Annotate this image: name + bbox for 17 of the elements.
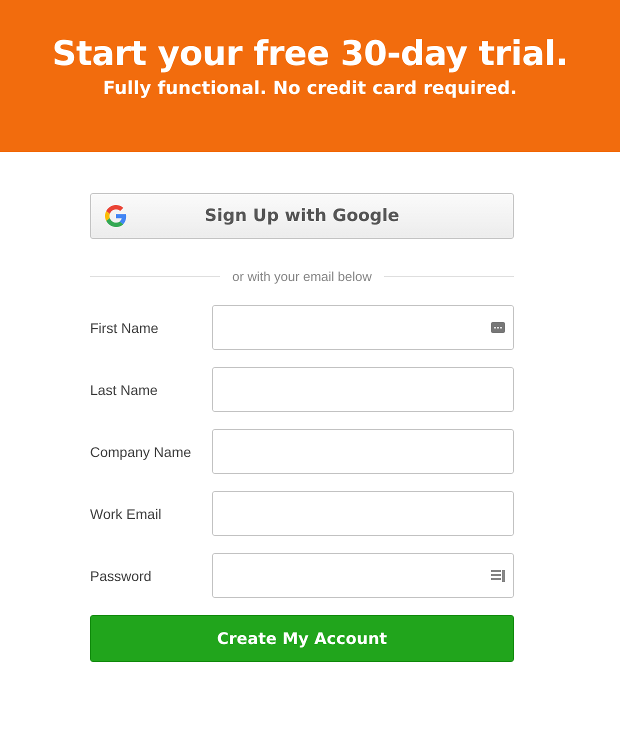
input-field[interactable] (212, 491, 514, 536)
input-field[interactable] (212, 429, 514, 474)
field-label: Password (90, 568, 152, 584)
field-label: First Name (90, 320, 160, 336)
divider-text: or with your email below (232, 269, 372, 284)
field-label: Work Email (90, 506, 162, 522)
field-label: Company Name (90, 444, 192, 460)
page-subtitle: Fully functional. No credit card required. (102, 78, 518, 99)
password-field[interactable] (212, 553, 514, 598)
key-list-icon[interactable] (491, 568, 505, 582)
field-label: Last Name (90, 382, 159, 398)
google-g-icon (105, 205, 127, 227)
input-field[interactable] (212, 305, 514, 350)
contact-card-icon[interactable] (491, 322, 505, 333)
input-field[interactable] (212, 367, 514, 412)
google-signup-button[interactable]: Sign Up with Google (90, 193, 514, 239)
page-title: Start your free 30-day trial. (52, 34, 568, 74)
